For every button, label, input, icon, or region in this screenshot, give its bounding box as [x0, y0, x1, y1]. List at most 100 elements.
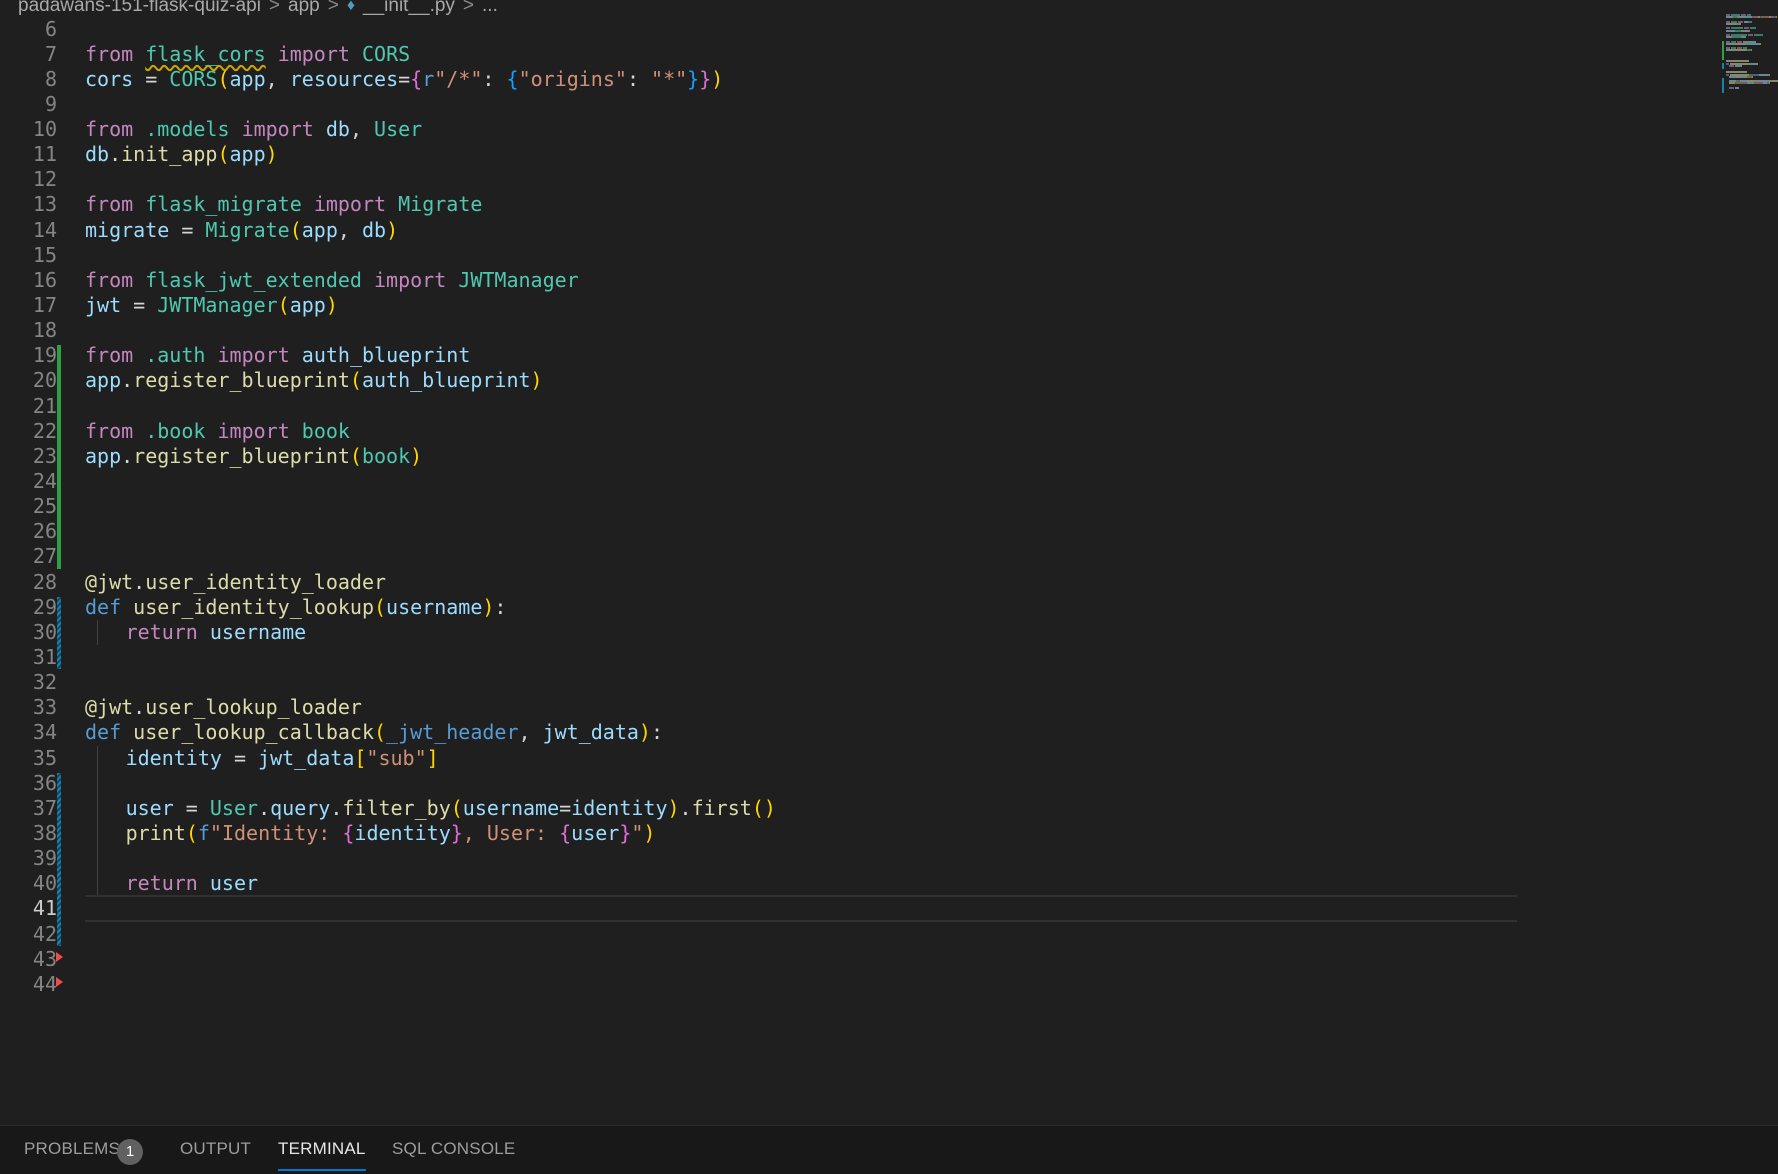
code-line[interactable]: 15 [0, 243, 1720, 268]
code-text: user = User.query.filter_by(username=ide… [126, 796, 776, 821]
breadcrumb-item-project[interactable]: padawans-151-flask-quiz-api [18, 0, 261, 17]
code-token: user_identity_loader [145, 569, 387, 594]
code-line[interactable]: 20 app.register_blueprint(auth_blueprint) [0, 368, 1720, 393]
line-number: 35 [32, 745, 57, 770]
code-line[interactable]: 24 [0, 469, 1720, 494]
code-token: @jwt [85, 695, 134, 720]
code-line[interactable]: 33 @jwt.user_lookup_loader [0, 695, 1720, 720]
code-token: CORS [169, 66, 218, 91]
code-token: from [85, 192, 134, 217]
code-line[interactable]: 7 from flask_cors import CORS [0, 42, 1720, 67]
code-token: . [109, 142, 122, 167]
minimap-token [1761, 73, 1768, 76]
code-token: } [450, 820, 463, 845]
code-token: app [229, 66, 266, 91]
code-line[interactable]: 6 [0, 18, 1720, 42]
code-line[interactable]: 13 from flask_migrate import Migrate [0, 192, 1720, 217]
code-token: r [422, 66, 435, 91]
code-token: . [330, 795, 343, 820]
code-token: . [133, 569, 146, 594]
code-line[interactable]: 16 from flask_jwt_extended import JWTMana… [0, 268, 1720, 293]
code-token: def [85, 594, 122, 619]
code-token: "Identity: [209, 820, 343, 845]
code-line[interactable]: 22 from .book import book [0, 419, 1720, 444]
code-line[interactable]: 21 [0, 394, 1720, 419]
code-text: @jwt.user_identity_loader [85, 570, 386, 595]
code-line[interactable]: 12 [0, 167, 1720, 192]
code-line[interactable]: 26 [0, 519, 1720, 544]
git-modified-marker[interactable] [57, 596, 61, 670]
minimap-token [1748, 34, 1753, 36]
code-token: user [571, 820, 620, 845]
tab-output[interactable]: OUTPUT [180, 1126, 251, 1174]
code-line[interactable]: 34 def user_lookup_callback(_jwt_header, … [0, 720, 1720, 745]
code-line[interactable]: 10 from .models import db, User [0, 117, 1720, 142]
problems-count-badge: 1 [117, 1139, 143, 1165]
code-text: from flask_cors import CORS [85, 42, 410, 67]
git-modified-marker[interactable] [57, 772, 61, 946]
code-line[interactable]: 37 user = User.query.filter_by(username=i… [0, 795, 1720, 821]
code-line[interactable]: 44 [0, 972, 1720, 997]
code-line[interactable]: 14 migrate = Migrate(app, db) [0, 218, 1720, 243]
git-added-marker[interactable] [57, 345, 61, 569]
code-text: app.register_blueprint(auth_blueprint) [85, 368, 543, 393]
code-line[interactable]: 39 [0, 846, 1720, 872]
code-token: "*" [651, 66, 688, 91]
code-line[interactable]: 27 [0, 544, 1720, 569]
code-text: from flask_jwt_extended import JWTManage… [85, 268, 579, 293]
code-line[interactable]: 23 app.register_blueprint(book) [0, 444, 1720, 469]
code-token: } [687, 66, 700, 91]
tab-problems[interactable]: PROBLEMS [24, 1126, 120, 1174]
code-line[interactable]: 31 [0, 645, 1720, 670]
code-editor[interactable]: 6 7 from flask_cors import CORS 8 cors = COR… [0, 18, 1720, 1125]
code-token: jwt_data [258, 745, 355, 770]
git-deleted-marker[interactable] [56, 951, 63, 962]
panel-tab-bar: PROBLEMS 1 OUTPUT TERMINAL SQL CONSOLE [0, 1125, 1778, 1174]
code-line[interactable]: 35 identity = jwt_data["sub"] [0, 745, 1720, 771]
code-line[interactable]: 40 return user [0, 871, 1720, 897]
minimap-token [1745, 36, 1746, 39]
code-token: app [289, 293, 326, 318]
code-line[interactable]: 28 @jwt.user_identity_loader [0, 570, 1720, 595]
line-number: 12 [32, 167, 57, 192]
breadcrumb-item-folder[interactable]: app [288, 0, 320, 17]
tab-terminal[interactable]: TERMINAL [278, 1126, 366, 1174]
code-line[interactable]: 9 [0, 92, 1720, 117]
code-token: from [85, 41, 134, 66]
code-line[interactable]: 18 [0, 318, 1720, 343]
code-line[interactable]: 8 cors = CORS(app, resources={r"/*": {"or… [0, 67, 1720, 92]
code-token: auth_blueprint [361, 368, 531, 393]
code-line[interactable]: 30 return username [0, 619, 1720, 645]
breadcrumb-item-file[interactable]: __init__.py [363, 0, 455, 17]
code-line[interactable]: 42 [0, 922, 1720, 947]
code-token: return [125, 619, 198, 644]
code-line[interactable]: 19 from .auth import auth_blueprint [0, 343, 1720, 368]
code-text: app.register_blueprint(book) [85, 444, 422, 469]
code-line[interactable]: 11 db.init_app(app) [0, 142, 1720, 167]
code-line[interactable]: 38 print(f"Identity: {identity}, User: {u… [0, 820, 1720, 847]
line-number: 18 [32, 318, 57, 343]
code-line[interactable]: 43 [0, 947, 1720, 972]
minimap[interactable] [1720, 0, 1778, 1125]
breadcrumb-item-symbols[interactable]: ... [482, 0, 498, 17]
tab-label: SQL CONSOLE [392, 1139, 516, 1158]
minimap-token [1735, 86, 1739, 89]
code-line[interactable]: 32 [0, 670, 1720, 695]
code-line[interactable]: 17 jwt = JWTManager(app) [0, 293, 1720, 318]
code-line[interactable]: 36 [0, 770, 1720, 796]
git-deleted-marker[interactable] [56, 976, 63, 987]
code-line[interactable]: 29 def user_identity_lookup(username): [0, 595, 1720, 620]
code-token: migrate [85, 217, 170, 242]
code-token: first [691, 795, 752, 820]
code-line[interactable]: 25 [0, 494, 1720, 519]
code-token: . [121, 368, 134, 393]
tab-sql-console[interactable]: SQL CONSOLE [392, 1126, 515, 1174]
